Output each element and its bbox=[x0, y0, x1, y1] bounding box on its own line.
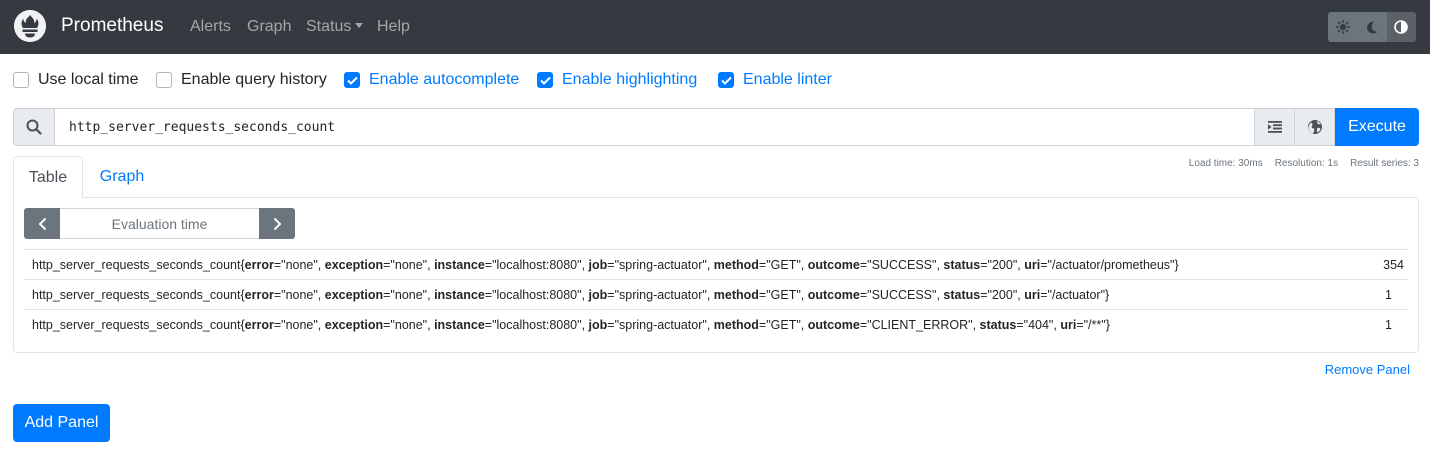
checkbox-use-local-time[interactable] bbox=[13, 72, 29, 88]
evaluation-time-group: Evaluation time bbox=[24, 208, 295, 239]
label-name: uri bbox=[1024, 257, 1041, 272]
label-name: method bbox=[713, 257, 759, 272]
indent-icon bbox=[1267, 121, 1282, 133]
expression-input[interactable]: http_server_requests_seconds_count bbox=[55, 108, 1255, 146]
moon-icon bbox=[1366, 21, 1378, 33]
label-name: status bbox=[979, 317, 1017, 332]
caret-down-icon bbox=[355, 23, 364, 28]
nav-status-dropdown[interactable]: Status bbox=[306, 17, 364, 36]
nav-alerts[interactable]: Alerts bbox=[190, 17, 231, 36]
table-row: http_server_requests_seconds_count{error… bbox=[24, 249, 1408, 279]
option-enable-highlighting[interactable]: Enable highlighting bbox=[537, 71, 697, 89]
search-icon bbox=[26, 119, 42, 135]
label-name: status bbox=[943, 257, 981, 272]
navbar: Prometheus Alerts Graph Status Help bbox=[0, 0, 1430, 54]
series-label: http_server_requests_seconds_count{error… bbox=[32, 257, 1179, 272]
table-row: http_server_requests_seconds_count{error… bbox=[24, 279, 1408, 309]
check-icon bbox=[539, 76, 551, 85]
series-value: 1 bbox=[1385, 317, 1392, 332]
label-name: instance bbox=[434, 287, 485, 302]
option-enable-autocomplete[interactable]: Enable autocomplete bbox=[344, 71, 519, 89]
chevron-right-icon bbox=[273, 217, 281, 230]
series-label: http_server_requests_seconds_count{error… bbox=[32, 287, 1110, 302]
label-name: method bbox=[713, 287, 759, 302]
label-name: error bbox=[244, 257, 274, 272]
nav-status-label: Status bbox=[306, 18, 352, 35]
eval-time-forward-button[interactable] bbox=[259, 208, 295, 239]
option-enable-query-history[interactable]: Enable query history bbox=[156, 71, 327, 89]
check-icon bbox=[720, 76, 732, 85]
sun-icon bbox=[1335, 20, 1350, 34]
series-label: http_server_requests_seconds_count{error… bbox=[32, 317, 1110, 332]
remove-panel-link[interactable]: Remove Panel bbox=[1325, 362, 1410, 377]
theme-auto-button[interactable] bbox=[1386, 12, 1416, 42]
table-row: http_server_requests_seconds_count{error… bbox=[24, 309, 1408, 339]
eval-time-back-button[interactable] bbox=[24, 208, 60, 239]
nav-graph[interactable]: Graph bbox=[247, 17, 291, 36]
evaluation-time-input[interactable]: Evaluation time bbox=[60, 208, 259, 239]
label-name: method bbox=[713, 317, 759, 332]
option-enable-linter[interactable]: Enable linter bbox=[718, 71, 832, 89]
nav-help[interactable]: Help bbox=[377, 17, 410, 36]
label-name: instance bbox=[434, 317, 485, 332]
option-label: Enable linter bbox=[743, 71, 832, 88]
load-time: Load time: 30ms bbox=[1188, 158, 1263, 169]
query-stats: Load time: 30ms Resolution: 1s Result se… bbox=[1189, 158, 1419, 169]
check-icon bbox=[346, 76, 358, 85]
add-panel-button[interactable]: Add Panel bbox=[13, 404, 110, 442]
globe-icon bbox=[1307, 120, 1322, 134]
label-name: outcome bbox=[807, 287, 860, 302]
theme-dark-button[interactable] bbox=[1357, 12, 1387, 42]
search-prefix bbox=[13, 108, 55, 146]
series-value: 1 bbox=[1385, 287, 1392, 302]
theme-light-button[interactable] bbox=[1328, 12, 1358, 42]
format-expression-button[interactable] bbox=[1255, 108, 1295, 146]
option-label: Use local time bbox=[38, 71, 139, 88]
expression-bar: http_server_requests_seconds_count Execu… bbox=[13, 108, 1419, 146]
label-name: instance bbox=[434, 257, 485, 272]
checkbox-enable-highlighting[interactable] bbox=[537, 72, 553, 88]
result-series: Result series: 3 bbox=[1350, 158, 1419, 169]
label-name: exception bbox=[324, 257, 384, 272]
brand-title[interactable]: Prometheus bbox=[61, 15, 163, 37]
half-circle-icon bbox=[1394, 20, 1409, 34]
resolution: Resolution: 1s bbox=[1274, 158, 1339, 169]
theme-toggle-group bbox=[1328, 12, 1416, 42]
label-name: exception bbox=[324, 287, 384, 302]
results-table: http_server_requests_seconds_count{error… bbox=[24, 249, 1408, 339]
execute-button[interactable]: Execute bbox=[1335, 108, 1419, 146]
checkbox-enable-autocomplete[interactable] bbox=[344, 72, 360, 88]
label-name: status bbox=[943, 287, 981, 302]
prometheus-logo-icon[interactable] bbox=[14, 10, 46, 42]
option-use-local-time[interactable]: Use local time bbox=[13, 71, 138, 89]
label-name: outcome bbox=[807, 317, 860, 332]
label-name: exception bbox=[324, 317, 384, 332]
option-label: Enable query history bbox=[181, 71, 327, 88]
label-name: uri bbox=[1024, 287, 1041, 302]
tab-graph[interactable]: Graph bbox=[87, 156, 157, 198]
option-label: Enable highlighting bbox=[562, 71, 698, 88]
option-label: Enable autocomplete bbox=[369, 71, 520, 88]
label-name: error bbox=[244, 317, 274, 332]
label-name: outcome bbox=[807, 257, 860, 272]
label-name: job bbox=[588, 257, 608, 272]
checkbox-enable-linter[interactable] bbox=[718, 72, 734, 88]
tab-table[interactable]: Table bbox=[13, 156, 83, 198]
label-name: job bbox=[588, 287, 608, 302]
checkbox-enable-query-history[interactable] bbox=[156, 72, 172, 88]
series-value: 354 bbox=[1383, 257, 1404, 272]
chevron-left-icon bbox=[38, 217, 46, 230]
label-name: uri bbox=[1060, 317, 1077, 332]
label-name: error bbox=[244, 287, 274, 302]
label-name: job bbox=[588, 317, 608, 332]
metrics-explorer-button[interactable] bbox=[1295, 108, 1335, 146]
